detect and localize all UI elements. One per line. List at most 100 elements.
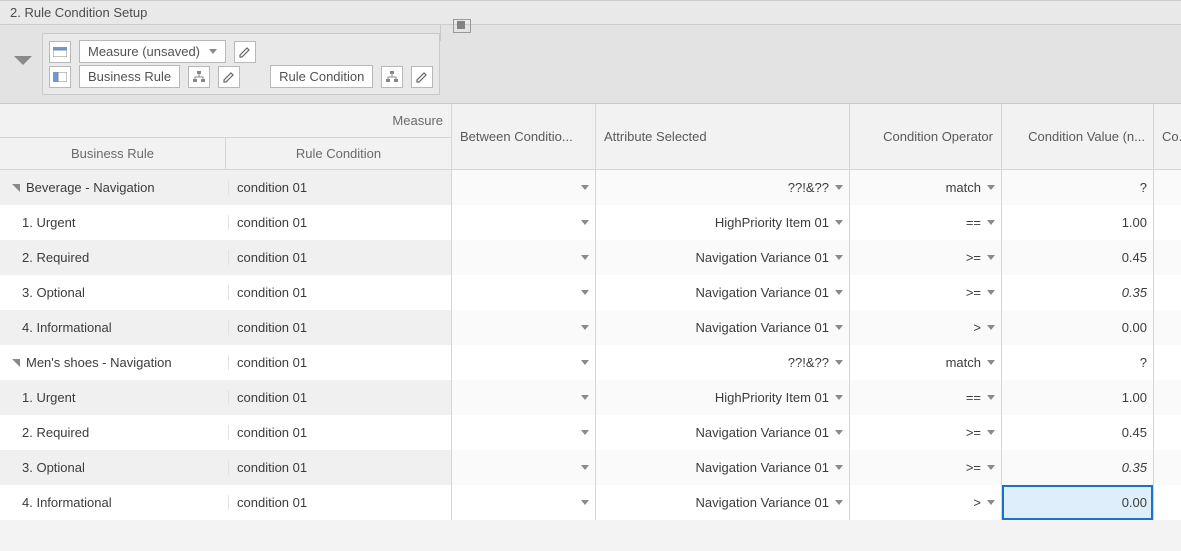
between-condition-cell[interactable]: [452, 240, 595, 275]
between-condition-cell[interactable]: [452, 310, 595, 345]
edit-rule-condition-button[interactable]: [411, 66, 433, 88]
condition-value-cell[interactable]: 0.45: [1002, 240, 1153, 275]
rule-condition-cell: condition 01: [229, 215, 451, 230]
condition-operator-cell[interactable]: match: [850, 170, 1001, 205]
measure-dropdown[interactable]: Measure (unsaved): [79, 40, 226, 63]
attribute-selected-cell[interactable]: Navigation Variance 01: [596, 485, 849, 520]
col-co-header[interactable]: Co...: [1154, 104, 1181, 170]
chevron-down-icon: [835, 220, 843, 225]
col-op-header[interactable]: Condition Operator: [850, 104, 1001, 170]
table-row[interactable]: 3. Optionalcondition 01: [0, 275, 451, 310]
collapse-panel-icon[interactable]: [14, 56, 32, 65]
rule-condition-hierarchy-button[interactable]: [381, 66, 403, 88]
co-cell[interactable]: [1154, 485, 1181, 520]
co-cell[interactable]: [1154, 345, 1181, 380]
table-row[interactable]: 2. Requiredcondition 01: [0, 415, 451, 450]
rule-condition-header[interactable]: Rule Condition: [226, 138, 451, 169]
col-between-header[interactable]: Between Conditio...: [452, 104, 595, 170]
condition-value-cell[interactable]: 0.00: [1002, 310, 1153, 345]
attribute-selected-cell[interactable]: HighPriority Item 01: [596, 380, 849, 415]
condition-operator-cell[interactable]: >=: [850, 240, 1001, 275]
attribute-selected-cell[interactable]: Navigation Variance 01: [596, 415, 849, 450]
condition-operator-cell[interactable]: >=: [850, 415, 1001, 450]
condition-value-cell[interactable]: 1.00: [1002, 380, 1153, 415]
rule-condition-cell: condition 01: [229, 390, 451, 405]
col-op: Condition Operator match==>=>=>match==>=…: [850, 104, 1002, 520]
condition-operator-cell[interactable]: >=: [850, 450, 1001, 485]
condition-operator-cell[interactable]: >: [850, 310, 1001, 345]
condition-value-cell[interactable]: 0.00: [1002, 485, 1153, 520]
between-condition-cell[interactable]: [452, 205, 595, 240]
condition-operator-cell[interactable]: >=: [850, 275, 1001, 310]
col-between-header-text: Between Conditio...: [460, 129, 573, 144]
condition-operator-cell[interactable]: ==: [850, 380, 1001, 415]
co-cell[interactable]: [1154, 310, 1181, 345]
business-rule-hierarchy-button[interactable]: [188, 66, 210, 88]
co-cell[interactable]: [1154, 170, 1181, 205]
attribute-selected-cell[interactable]: Navigation Variance 01: [596, 450, 849, 485]
rule-condition-cell: condition 01: [229, 355, 451, 370]
chevron-down-icon: [581, 220, 589, 225]
panel-title-text: 2. Rule Condition Setup: [10, 5, 147, 20]
rule-condition-chip[interactable]: Rule Condition: [270, 65, 373, 88]
table-row[interactable]: 2. Requiredcondition 01: [0, 240, 451, 275]
between-condition-cell[interactable]: [452, 345, 595, 380]
condition-value-cell[interactable]: ?: [1002, 170, 1153, 205]
between-condition-cell[interactable]: [452, 275, 595, 310]
edit-measure-button[interactable]: [234, 41, 256, 63]
co-cell[interactable]: [1154, 275, 1181, 310]
co-cell[interactable]: [1154, 240, 1181, 275]
business-rule-chip[interactable]: Business Rule: [79, 65, 180, 88]
edit-business-rule-button[interactable]: [218, 66, 240, 88]
between-condition-cell[interactable]: [452, 450, 595, 485]
condition-operator-text: ==: [966, 215, 981, 230]
empty-widget-icon[interactable]: [453, 19, 471, 33]
table-row[interactable]: Men's shoes - Navigationcondition 01: [0, 345, 451, 380]
measure-selector-icon[interactable]: [49, 41, 71, 63]
chevron-down-icon: [835, 430, 843, 435]
between-condition-cell[interactable]: [452, 485, 595, 520]
condition-operator-cell[interactable]: match: [850, 345, 1001, 380]
attribute-selected-cell[interactable]: Navigation Variance 01: [596, 240, 849, 275]
table-row[interactable]: 1. Urgentcondition 01: [0, 380, 451, 415]
attribute-selected-cell[interactable]: Navigation Variance 01: [596, 310, 849, 345]
business-rule-label: Business Rule: [88, 69, 171, 84]
rule-condition-cell: condition 01: [229, 250, 451, 265]
chevron-down-icon: [987, 360, 995, 365]
table-row[interactable]: 1. Urgentcondition 01: [0, 205, 451, 240]
table-row[interactable]: 4. Informationalcondition 01: [0, 310, 451, 345]
between-condition-cell[interactable]: [452, 170, 595, 205]
condition-value-cell[interactable]: 0.35: [1002, 450, 1153, 485]
attribute-selected-cell[interactable]: HighPriority Item 01: [596, 205, 849, 240]
co-cell[interactable]: [1154, 380, 1181, 415]
col-co: Co...: [1154, 104, 1181, 520]
co-cell[interactable]: [1154, 415, 1181, 450]
expand-icon[interactable]: [12, 184, 20, 192]
condition-value-cell[interactable]: 0.45: [1002, 415, 1153, 450]
toolbar-left: Measure (unsaved) Business Rule Rule C: [42, 33, 440, 95]
business-rule-header[interactable]: Business Rule: [0, 138, 226, 169]
toolbar-line-2: Business Rule Rule Condition: [49, 65, 433, 88]
table-row[interactable]: 4. Informationalcondition 01: [0, 485, 451, 520]
co-cell[interactable]: [1154, 450, 1181, 485]
condition-value-cell[interactable]: 1.00: [1002, 205, 1153, 240]
condition-value-cell[interactable]: ?: [1002, 345, 1153, 380]
between-condition-cell[interactable]: [452, 380, 595, 415]
col-val-header[interactable]: Condition Value (n...: [1002, 104, 1153, 170]
between-condition-cell[interactable]: [452, 415, 595, 450]
attribute-selected-cell[interactable]: Navigation Variance 01: [596, 275, 849, 310]
chevron-down-icon: [987, 395, 995, 400]
condition-operator-cell[interactable]: >: [850, 485, 1001, 520]
condition-value-text: 0.00: [1122, 495, 1147, 510]
condition-operator-cell[interactable]: ==: [850, 205, 1001, 240]
table-row[interactable]: Beverage - Navigationcondition 01: [0, 170, 451, 205]
condition-value-cell[interactable]: 0.35: [1002, 275, 1153, 310]
attribute-selected-cell[interactable]: ??!&??: [596, 345, 849, 380]
condition-operator-text: >: [973, 320, 981, 335]
attribute-selected-cell[interactable]: ??!&??: [596, 170, 849, 205]
business-rule-selector-icon[interactable]: [49, 66, 71, 88]
co-cell[interactable]: [1154, 205, 1181, 240]
table-row[interactable]: 3. Optionalcondition 01: [0, 450, 451, 485]
expand-icon[interactable]: [12, 359, 20, 367]
col-attr-header[interactable]: Attribute Selected: [596, 104, 849, 170]
